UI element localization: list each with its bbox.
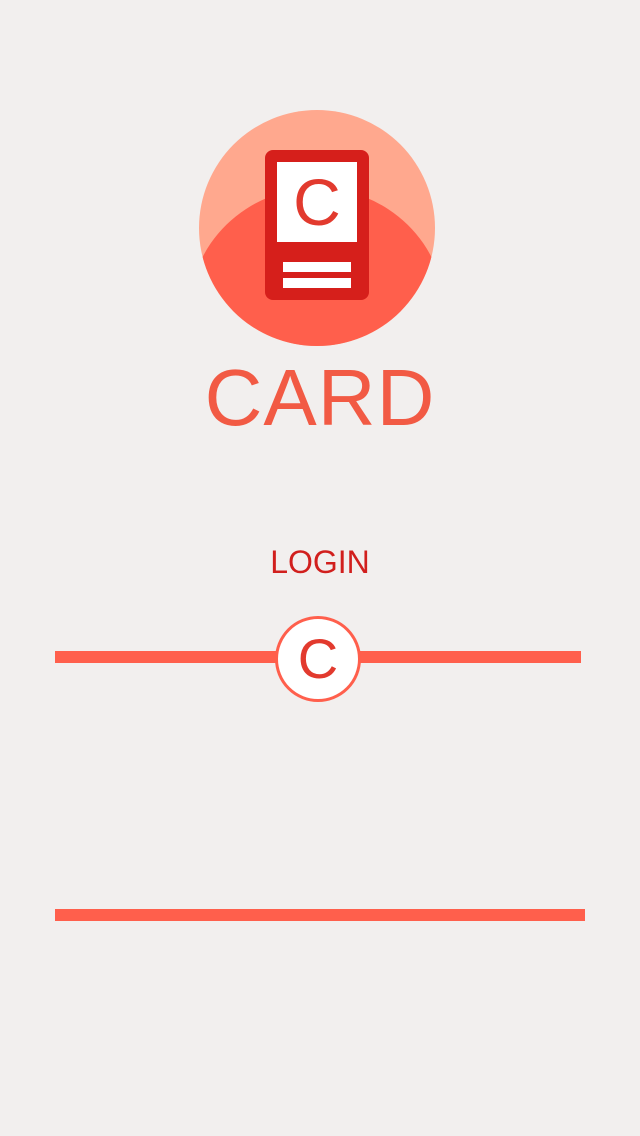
input-underline[interactable]: [55, 909, 585, 921]
brand-title: CARD: [204, 353, 436, 442]
card-letter: C: [277, 162, 357, 242]
login-slider-thumb[interactable]: C: [275, 616, 361, 702]
card-line: [283, 278, 351, 288]
card-icon: C: [265, 150, 369, 300]
login-label: LOGIN: [270, 544, 370, 580]
card-line: [283, 262, 351, 272]
